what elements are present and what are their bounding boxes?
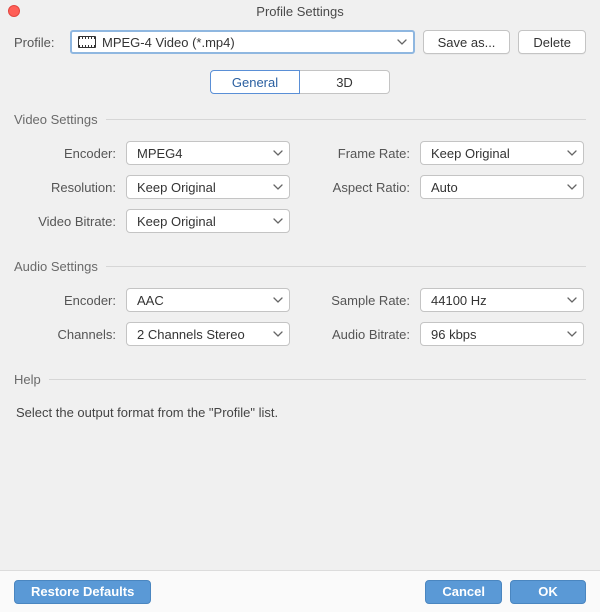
audio-bitrate-label: Audio Bitrate:: [310, 327, 420, 342]
profile-select[interactable]: MPEG-4 Video (*.mp4): [70, 30, 415, 54]
video-bitrate-select[interactable]: Keep Original: [126, 209, 290, 233]
ok-button[interactable]: OK: [510, 580, 586, 604]
delete-button[interactable]: Delete: [518, 30, 586, 54]
chevron-down-icon: [271, 331, 285, 337]
mpeg-icon: [78, 36, 96, 48]
help-legend: Help: [14, 372, 49, 387]
chevron-down-icon: [395, 39, 409, 45]
restore-defaults-button[interactable]: Restore Defaults: [14, 580, 151, 604]
frame-rate-select[interactable]: Keep Original: [420, 141, 584, 165]
audio-settings-group: Audio Settings Encoder: AAC Sample Rate:…: [14, 259, 586, 346]
chevron-down-icon: [271, 297, 285, 303]
tab-3d[interactable]: 3D: [300, 70, 390, 94]
profile-row: Profile: MPEG-4 Video (*.mp4) Save as...…: [14, 30, 586, 54]
sample-rate-select[interactable]: 44100 Hz: [420, 288, 584, 312]
video-settings-group: Video Settings Encoder: MPEG4 Frame Rate…: [14, 112, 586, 233]
video-encoder-select[interactable]: MPEG4: [126, 141, 290, 165]
frame-rate-label: Frame Rate:: [310, 146, 420, 161]
sample-rate-label: Sample Rate:: [310, 293, 420, 308]
audio-bitrate-select[interactable]: 96 kbps: [420, 322, 584, 346]
chevron-down-icon: [565, 297, 579, 303]
channels-select[interactable]: 2 Channels Stereo: [126, 322, 290, 346]
content-area: Profile: MPEG-4 Video (*.mp4) Save as...…: [0, 22, 600, 424]
chevron-down-icon: [271, 184, 285, 190]
chevron-down-icon: [565, 331, 579, 337]
channels-label: Channels:: [16, 327, 126, 342]
help-text: Select the output format from the "Profi…: [14, 401, 586, 424]
aspect-ratio-select[interactable]: Auto: [420, 175, 584, 199]
save-as-button[interactable]: Save as...: [423, 30, 511, 54]
video-encoder-label: Encoder:: [16, 146, 126, 161]
chevron-down-icon: [271, 150, 285, 156]
chevron-down-icon: [271, 218, 285, 224]
video-settings-legend: Video Settings: [14, 112, 106, 127]
profile-label: Profile:: [14, 35, 62, 50]
cancel-button[interactable]: Cancel: [425, 580, 502, 604]
chevron-down-icon: [565, 150, 579, 156]
resolution-label: Resolution:: [16, 180, 126, 195]
resolution-select[interactable]: Keep Original: [126, 175, 290, 199]
tab-bar: General 3D: [14, 70, 586, 94]
aspect-ratio-label: Aspect Ratio:: [310, 180, 420, 195]
audio-encoder-select[interactable]: AAC: [126, 288, 290, 312]
help-group: Help Select the output format from the "…: [14, 372, 586, 424]
audio-settings-legend: Audio Settings: [14, 259, 106, 274]
video-bitrate-label: Video Bitrate:: [16, 214, 126, 229]
window-title: Profile Settings: [8, 4, 592, 19]
bottom-bar: Restore Defaults Cancel OK: [0, 570, 600, 612]
profile-select-value: MPEG-4 Video (*.mp4): [102, 35, 395, 50]
chevron-down-icon: [565, 184, 579, 190]
audio-encoder-label: Encoder:: [16, 293, 126, 308]
tab-general[interactable]: General: [210, 70, 300, 94]
titlebar: Profile Settings: [0, 0, 600, 22]
